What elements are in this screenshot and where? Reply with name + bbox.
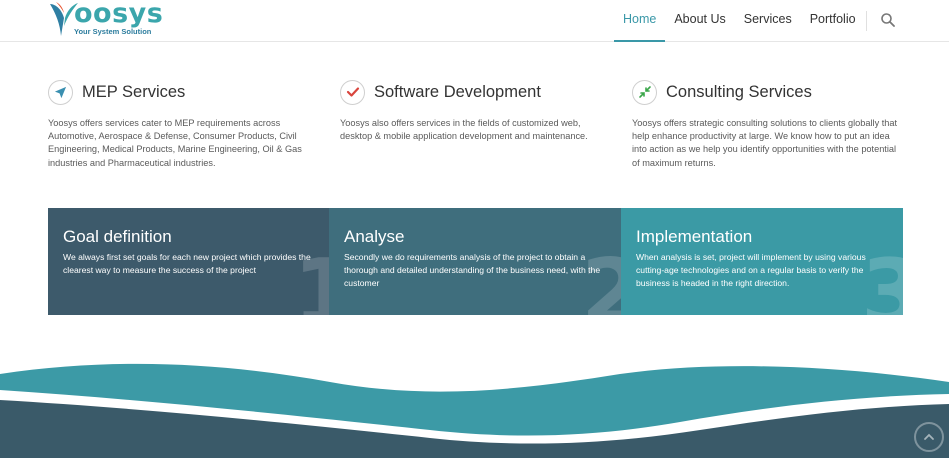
service-description: Yoosys offers services cater to MEP requ… bbox=[48, 118, 302, 168]
service-header: Consulting Services bbox=[632, 79, 904, 105]
service-mep: MEP Services Yoosys offers services cate… bbox=[48, 79, 320, 170]
service-software-development: Software Development Yoosys also offers … bbox=[340, 79, 612, 143]
service-consulting: Consulting Services Yoosys offers strate… bbox=[632, 79, 904, 170]
nav-home[interactable]: Home bbox=[614, 0, 666, 42]
step-title: Implementation bbox=[636, 227, 753, 246]
service-header: Software Development bbox=[340, 79, 612, 105]
nav-about-us[interactable]: About Us bbox=[665, 0, 734, 42]
service-title: Consulting Services bbox=[666, 82, 812, 101]
footer-waves bbox=[0, 363, 949, 458]
step-title: Analyse bbox=[344, 227, 405, 246]
process-step-analyse: 2 Analyse Secondly we do requirements an… bbox=[329, 208, 621, 315]
main-nav: Home About Us Services Portfolio bbox=[614, 0, 865, 42]
service-description: Yoosys offers strategic consulting solut… bbox=[632, 118, 898, 168]
nav-portfolio[interactable]: Portfolio bbox=[801, 0, 865, 42]
nav-services[interactable]: Services bbox=[735, 0, 801, 42]
chevron-up-circle-icon[interactable] bbox=[914, 422, 944, 452]
process-step-implementation: 3 Implementation When analysis is set, p… bbox=[621, 208, 903, 315]
service-title: Software Development bbox=[374, 82, 541, 101]
navigation-arrow-icon bbox=[48, 79, 73, 105]
step-description: When analysis is set, project will imple… bbox=[636, 252, 866, 289]
search-icon[interactable] bbox=[880, 12, 896, 28]
service-title: MEP Services bbox=[82, 82, 186, 101]
logo-wordmark: oosys bbox=[74, 0, 164, 29]
nav-divider bbox=[866, 11, 867, 31]
process-steps: 1 Goal definition We always first set go… bbox=[48, 208, 903, 315]
compress-arrows-icon bbox=[632, 79, 657, 105]
process-step-goal-definition: 1 Goal definition We always first set go… bbox=[48, 208, 329, 315]
site-header: oosys Your System Solution Home About Us… bbox=[0, 0, 949, 42]
service-header: MEP Services bbox=[48, 79, 320, 105]
check-icon bbox=[340, 79, 365, 105]
step-description: We always first set goals for each new p… bbox=[63, 252, 311, 276]
step-description: Secondly we do requirements analysis of … bbox=[344, 252, 601, 289]
site-logo[interactable]: oosys Your System Solution bbox=[48, 0, 168, 40]
logo-tagline: Your System Solution bbox=[74, 27, 152, 36]
step-title: Goal definition bbox=[63, 227, 172, 246]
service-description: Yoosys also offers services in the field… bbox=[340, 118, 588, 142]
